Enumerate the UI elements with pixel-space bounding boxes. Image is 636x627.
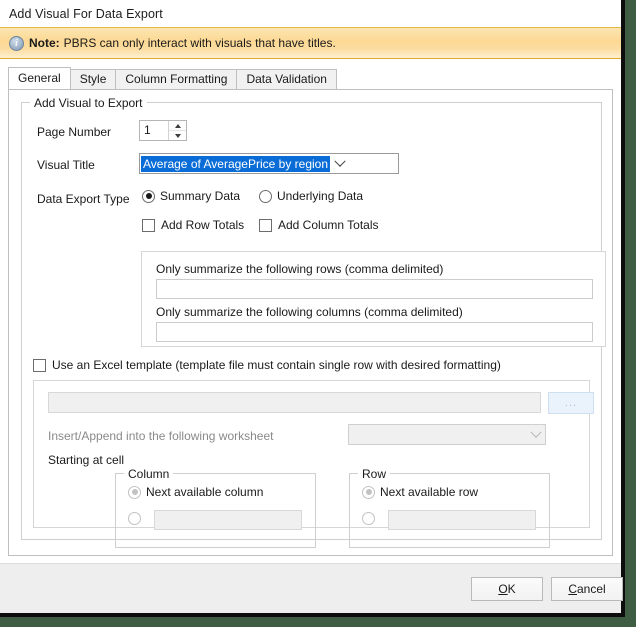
tab-strip: General Style Column Formatting Data Val… <box>8 67 621 89</box>
row-group: Row Next available row <box>349 473 550 548</box>
visual-title-label: Visual Title <box>37 158 95 172</box>
page-number-value[interactable]: 1 <box>140 121 168 140</box>
visual-title-value[interactable]: Average of AveragePrice by region <box>141 156 330 172</box>
ok-button-accel: O <box>498 582 507 596</box>
checkbox-add-row-totals-label: Add Row Totals <box>161 218 244 232</box>
radio-indicator <box>259 190 272 203</box>
radio-summary-data[interactable]: Summary Data <box>142 189 240 203</box>
worksheet-combobox[interactable] <box>348 424 546 445</box>
checkbox-indicator <box>259 219 272 232</box>
radio-underlying-data-label: Underlying Data <box>277 189 363 203</box>
summarize-columns-input[interactable] <box>156 322 593 342</box>
radio-custom-row[interactable] <box>362 512 380 525</box>
radio-next-available-column-label: Next available column <box>146 485 263 499</box>
tab-data-validation[interactable]: Data Validation <box>236 69 337 89</box>
checkbox-use-excel-template-label: Use an Excel template (template file mus… <box>52 358 501 372</box>
custom-row-input[interactable] <box>388 510 536 530</box>
radio-custom-column[interactable] <box>128 512 146 525</box>
tab-page-general: Add Visual to Export Page Number 1 Visua… <box>8 89 613 556</box>
checkbox-add-row-totals[interactable]: Add Row Totals <box>142 218 244 232</box>
radio-indicator <box>142 190 155 203</box>
chevron-down-icon[interactable] <box>526 431 545 439</box>
checkbox-add-column-totals[interactable]: Add Column Totals <box>259 218 379 232</box>
row-group-title: Row <box>358 467 390 481</box>
tab-column-formatting[interactable]: Column Formatting <box>115 69 237 89</box>
data-export-type-label: Data Export Type <box>37 192 130 206</box>
cancel-button-label: ancel <box>577 582 606 596</box>
cancel-button[interactable]: Cancel <box>551 577 623 601</box>
note-bar: i Note: PBRS can only interact with visu… <box>0 27 621 59</box>
summarize-panel: Only summarize the following rows (comma… <box>141 251 606 347</box>
group-title-add-visual: Add Visual to Export <box>30 96 147 110</box>
radio-next-available-row[interactable]: Next available row <box>362 485 478 499</box>
add-visual-to-export-group: Add Visual to Export Page Number 1 Visua… <box>21 102 602 540</box>
checkbox-indicator <box>33 359 46 372</box>
radio-indicator <box>128 486 141 499</box>
window-title: Add Visual For Data Export <box>9 7 163 21</box>
note-label: Note: <box>29 36 60 50</box>
spinner-up-button[interactable] <box>169 121 186 131</box>
title-bar: Add Visual For Data Export <box>0 0 621 27</box>
dialog-footer: OK Cancel <box>0 563 621 613</box>
page-number-stepper[interactable]: 1 <box>139 120 187 141</box>
page-number-label: Page Number <box>37 125 111 139</box>
tab-general[interactable]: General <box>8 67 71 89</box>
excel-template-path-input[interactable] <box>48 392 541 413</box>
tab-style[interactable]: Style <box>70 69 117 89</box>
dialog-window: Add Visual For Data Export i Note: PBRS … <box>0 0 625 617</box>
chevron-down-icon[interactable] <box>330 160 349 168</box>
note-text: PBRS can only interact with visuals that… <box>64 36 336 50</box>
checkbox-indicator <box>142 219 155 232</box>
summarize-rows-input[interactable] <box>156 279 593 299</box>
cancel-button-accel: C <box>568 582 577 596</box>
ok-button[interactable]: OK <box>471 577 543 601</box>
info-icon: i <box>9 36 24 51</box>
summarize-rows-label: Only summarize the following rows (comma… <box>156 262 443 276</box>
worksheet-label: Insert/Append into the following workshe… <box>48 429 273 443</box>
checkbox-add-column-totals-label: Add Column Totals <box>278 218 379 232</box>
column-group-title: Column <box>124 467 173 481</box>
starting-at-cell-label: Starting at cell <box>48 453 124 467</box>
column-group: Column Next available column <box>115 473 316 548</box>
ok-button-label: K <box>508 582 516 596</box>
visual-title-combobox[interactable]: Average of AveragePrice by region <box>139 153 399 174</box>
radio-indicator <box>362 512 375 525</box>
summarize-columns-label: Only summarize the following columns (co… <box>156 305 463 319</box>
custom-column-input[interactable] <box>154 510 302 530</box>
browse-template-label: ... <box>565 399 577 407</box>
radio-indicator <box>128 512 141 525</box>
browse-template-button[interactable]: ... <box>548 392 594 414</box>
checkbox-use-excel-template[interactable]: Use an Excel template (template file mus… <box>33 358 501 372</box>
page-number-spin-buttons[interactable] <box>168 121 186 140</box>
radio-next-available-column[interactable]: Next available column <box>128 485 263 499</box>
radio-next-available-row-label: Next available row <box>380 485 478 499</box>
excel-template-panel: ... Insert/Append into the following wor… <box>33 380 590 528</box>
radio-underlying-data[interactable]: Underlying Data <box>259 189 363 203</box>
spinner-down-button[interactable] <box>169 131 186 140</box>
radio-summary-data-label: Summary Data <box>160 189 240 203</box>
radio-indicator <box>362 486 375 499</box>
